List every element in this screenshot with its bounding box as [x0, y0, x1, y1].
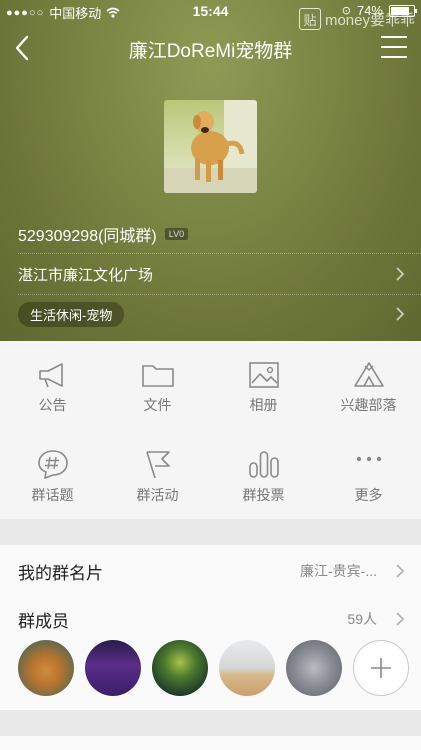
add-member-button[interactable]: [353, 640, 409, 696]
hamburger-icon: [381, 36, 407, 38]
chevron-left-icon: [15, 35, 29, 61]
feature-label: 群投票: [242, 487, 285, 503]
category-tag: 生活休闲-宠物: [18, 301, 125, 327]
my-group-card-row[interactable]: 我的群名片 廉江-贵宾-...: [18, 547, 421, 595]
topic-hash-icon: [37, 450, 68, 479]
dog-photo: [164, 100, 257, 193]
group-category-row[interactable]: 生活休闲-宠物: [18, 294, 421, 334]
feature-label: 群活动: [136, 487, 179, 503]
group-header: ●●●○○ 中国移动 15:44 ⊙ 74% 贴 money要乖乖 廉江DoRe…: [0, 0, 421, 341]
chevron-right-icon: [396, 612, 405, 626]
plus-icon: [371, 658, 391, 678]
group-location-row[interactable]: 湛江市廉江文化广场: [18, 253, 421, 295]
level-badge: LV0: [164, 228, 189, 240]
feature-label: 相册: [249, 397, 278, 413]
feature-label: 更多: [354, 487, 383, 503]
member-avatar[interactable]: [152, 640, 208, 696]
tribe-icon: [353, 362, 384, 387]
nav-bar: 廉江DoReMi宠物群: [0, 26, 421, 70]
flag-icon: [145, 451, 170, 479]
my-group-card-value: 廉江-贵宾-...: [300, 563, 377, 579]
more-dots-icon: [356, 456, 381, 462]
feature-more[interactable]: 更多: [316, 429, 421, 515]
group-location: 湛江市廉江文化广场: [18, 266, 154, 284]
member-card: 我的群名片 廉江-贵宾-... 群成员 59人: [0, 545, 421, 710]
folder-icon: [141, 365, 174, 387]
next-section: [0, 736, 421, 750]
my-group-card-label: 我的群名片: [18, 563, 103, 583]
page-title: 廉江DoReMi宠物群: [128, 41, 293, 62]
back-button[interactable]: [12, 34, 36, 62]
member-avatar[interactable]: [286, 640, 342, 696]
photo-album-icon: [248, 362, 279, 388]
feature-label: 文件: [143, 397, 172, 413]
chevron-right-icon: [396, 564, 405, 578]
chevron-right-icon: [396, 307, 405, 321]
menu-button[interactable]: [381, 36, 407, 58]
megaphone-icon: [38, 363, 63, 388]
chevron-right-icon: [396, 267, 405, 281]
group-avatar[interactable]: [164, 100, 257, 193]
member-avatar[interactable]: [219, 640, 275, 696]
feature-tribe[interactable]: 兴趣部落: [316, 341, 421, 427]
feature-label: 兴趣部落: [340, 397, 397, 413]
group-members-row[interactable]: 群成员 59人: [18, 595, 421, 643]
feature-label: 群话题: [31, 487, 74, 503]
group-id: 529309298(同城群) LV0: [18, 222, 189, 246]
feature-files[interactable]: 文件: [105, 341, 210, 427]
vote-bars-icon: [248, 451, 279, 478]
section-divider: [0, 710, 421, 736]
feature-topics[interactable]: 群话题: [0, 429, 105, 515]
group-number: 529309298(同城群): [18, 228, 157, 245]
feature-album[interactable]: 相册: [211, 341, 316, 427]
feature-label: 公告: [38, 397, 67, 413]
member-avatar[interactable]: [18, 640, 74, 696]
feature-announcement[interactable]: 公告: [0, 341, 105, 427]
member-avatars: [18, 640, 409, 696]
feature-activities[interactable]: 群活动: [105, 429, 210, 515]
group-members-label: 群成员: [18, 611, 69, 631]
feature-vote[interactable]: 群投票: [211, 429, 316, 515]
member-avatar[interactable]: [85, 640, 141, 696]
feature-grid: 公告 文件 相册 兴趣部落 群话题 群活动 群投票 更多: [0, 341, 421, 519]
section-divider: [0, 519, 421, 545]
member-count: 59人: [347, 611, 377, 627]
